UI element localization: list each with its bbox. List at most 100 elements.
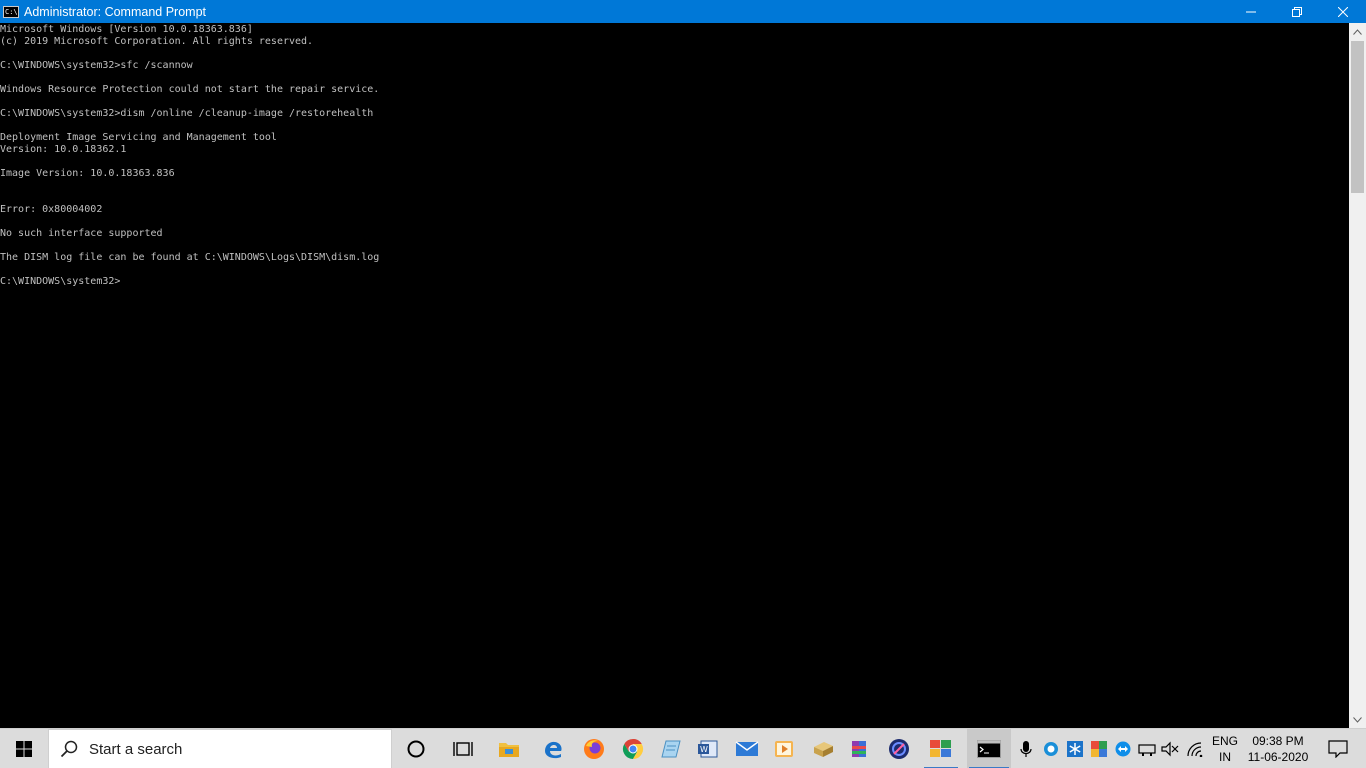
- network-adapter-icon: [1138, 744, 1156, 756]
- network-adapter-tray-button[interactable]: [1135, 729, 1159, 768]
- restore-icon: [1292, 6, 1302, 17]
- security-tray-button[interactable]: [1087, 729, 1111, 768]
- chevron-down-icon: [1353, 716, 1362, 723]
- chrome-icon: [622, 738, 644, 760]
- taskbar-clock[interactable]: 09:38 PM 11-06-2020: [1246, 729, 1310, 768]
- mail-icon: [735, 741, 759, 756]
- word-button[interactable]: W: [689, 729, 727, 768]
- close-icon: [1338, 6, 1348, 17]
- console-line: No such interface supported: [0, 228, 163, 239]
- photo-app-button[interactable]: [880, 729, 918, 768]
- svg-text:W: W: [700, 745, 708, 754]
- photo-icon: [889, 739, 909, 759]
- snowflake-tray-button[interactable]: [1063, 729, 1087, 768]
- console-line: Version: 10.0.18362.1: [0, 144, 127, 155]
- vertical-scrollbar[interactable]: [1349, 23, 1366, 728]
- command-prompt-icon: [977, 740, 1001, 758]
- console-line: Error: 0x80004002: [0, 204, 103, 215]
- teamviewer-icon: [1115, 741, 1131, 757]
- file-explorer-button[interactable]: [490, 729, 528, 768]
- word-icon: W: [698, 740, 718, 758]
- notepad-icon: [661, 740, 681, 758]
- console-line: The DISM log file can be found at C:\WIN…: [0, 252, 380, 263]
- console-line: (c) 2019 Microsoft Corporation. All righ…: [0, 36, 314, 47]
- snowflake-icon: [1067, 741, 1083, 757]
- notification-icon: [1328, 740, 1348, 758]
- chevron-up-icon: [1353, 28, 1362, 35]
- close-button[interactable]: [1320, 0, 1366, 23]
- scroll-down-button[interactable]: [1349, 711, 1366, 728]
- language-region: IN: [1219, 750, 1231, 764]
- console-line: Image Version: 10.0.18363.836: [0, 168, 175, 179]
- gallery-button[interactable]: [922, 729, 960, 768]
- cloud-tray-button[interactable]: [1039, 729, 1063, 768]
- media-player-button[interactable]: [765, 729, 803, 768]
- firefox-button[interactable]: [575, 729, 613, 768]
- gallery-icon: [930, 740, 951, 757]
- cortana-button[interactable]: [397, 729, 435, 768]
- search-input[interactable]: [89, 740, 379, 758]
- restore-button[interactable]: [1274, 0, 1320, 23]
- search-icon: [49, 740, 89, 758]
- input-language-indicator[interactable]: ENG IN: [1208, 729, 1242, 768]
- minimize-icon: [1246, 11, 1256, 12]
- archive-icon: [814, 742, 833, 757]
- task-view-icon: [453, 742, 473, 756]
- volume-muted-icon: [1161, 741, 1179, 757]
- console-line: C:\WINDOWS\system32>sfc /scannow: [0, 60, 193, 71]
- edge-icon: [545, 741, 562, 759]
- console-output[interactable]: Microsoft Windows [Version 10.0.18363.83…: [0, 23, 1349, 728]
- edge-button[interactable]: [534, 729, 572, 768]
- clock-time: 09:38 PM: [1252, 734, 1304, 748]
- mail-button[interactable]: [728, 729, 766, 768]
- cortana-icon: [407, 740, 425, 758]
- console-line: C:\WINDOWS\system32>dism /online /cleanu…: [0, 108, 374, 119]
- file-explorer-icon: [499, 743, 519, 757]
- console-line: Microsoft Windows [Version 10.0.18363.83…: [0, 24, 253, 35]
- windows-logo-icon: [16, 741, 32, 757]
- window-title: Administrator: Command Prompt: [24, 4, 207, 19]
- minimize-button[interactable]: [1228, 0, 1274, 23]
- notepad-button[interactable]: [652, 729, 690, 768]
- scrollbar-thumb[interactable]: [1351, 41, 1364, 193]
- console-line: Windows Resource Protection could not st…: [0, 84, 380, 95]
- command-prompt-taskbar-button[interactable]: [967, 729, 1011, 768]
- window-titlebar[interactable]: C:\. Administrator: Command Prompt: [0, 0, 1366, 23]
- console-line: C:\WINDOWS\system32>: [0, 276, 121, 287]
- archive-button[interactable]: [804, 729, 842, 768]
- task-view-button[interactable]: [444, 729, 482, 768]
- cloud-icon: [1044, 742, 1058, 756]
- start-button[interactable]: [0, 729, 48, 768]
- clock-date: 11-06-2020: [1247, 750, 1309, 764]
- window-controls: [1228, 0, 1366, 23]
- firefox-icon: [584, 739, 604, 759]
- microphone-tray-button[interactable]: [1014, 729, 1038, 768]
- winrar-button[interactable]: [841, 729, 879, 768]
- chrome-button[interactable]: [614, 729, 652, 768]
- language-code: ENG: [1211, 734, 1238, 748]
- winrar-icon: [852, 741, 866, 757]
- security-icon: [1091, 741, 1107, 757]
- wifi-tray-button[interactable]: [1183, 729, 1207, 768]
- microphone-icon: [1020, 741, 1032, 757]
- action-center-button[interactable]: [1318, 729, 1358, 768]
- scroll-up-button[interactable]: [1349, 23, 1366, 40]
- media-player-icon: [775, 741, 793, 757]
- taskbar: W ENG: [0, 728, 1366, 768]
- taskbar-search-box[interactable]: [48, 729, 392, 768]
- console-line: Deployment Image Servicing and Managemen…: [0, 132, 277, 143]
- teamviewer-tray-button[interactable]: [1111, 729, 1135, 768]
- wifi-icon: [1187, 742, 1203, 757]
- volume-tray-button[interactable]: [1158, 729, 1182, 768]
- command-prompt-icon[interactable]: C:\.: [3, 5, 19, 18]
